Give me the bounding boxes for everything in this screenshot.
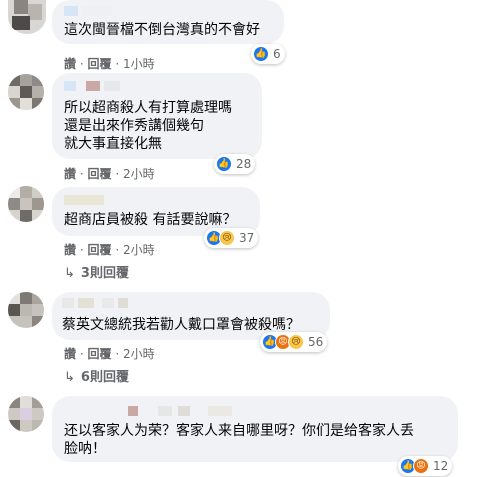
like-button[interactable]: 讚 [64,347,76,361]
reaction-summary[interactable]: 👍 6 [251,44,285,64]
reaction-count: 28 [236,157,252,171]
comment-actions: 讚 · 回覆 · 1小時 [64,57,155,71]
reaction-count: 37 [239,231,255,245]
comment-actions: 讚 · 回覆 · 2小時 [64,347,155,361]
avatar[interactable] [8,396,44,432]
reply-arrow-icon: ↳ [64,370,75,385]
comment-bubble: 所以超商殺人有打算處理嗎 還是出來作秀講個幾句 就大事直接化無 [52,73,262,159]
view-replies-link[interactable]: ↳ 3則回覆 [64,262,129,281]
like-button[interactable]: 讚 [64,57,76,71]
comment-text: 蔡英文總統我若勸人戴口罩會被殺嗎？ [62,317,300,333]
timestamp[interactable]: 2小時 [123,167,155,181]
reply-button[interactable]: 回覆 [88,57,112,71]
comment-bubble: 這次閩晉檔不倒台灣真的不會好 [52,0,284,44]
view-replies-link[interactable]: ↳ 6則回覆 [64,366,129,385]
reply-arrow-icon: ↳ [64,266,75,281]
like-button[interactable]: 讚 [64,167,76,181]
reaction-summary[interactable]: 👍 28 [214,154,256,174]
like-button[interactable]: 讚 [64,243,76,257]
comment-text: 还以客家人为荣？客家人来自哪里呀？你们是给客家人丢 脸呐！ [64,423,414,457]
reply-button[interactable]: 回覆 [88,347,112,361]
avatar[interactable] [8,74,44,110]
reaction-summary[interactable]: 👍 😡 😢 56 [260,332,328,352]
comment-bubble: 还以客家人为荣？客家人来自哪里呀？你们是给客家人丢 脸呐！ [52,396,458,462]
avatar[interactable] [8,0,46,34]
avatar[interactable] [8,186,44,222]
reaction-summary[interactable]: 👍 😡 12 [398,456,453,476]
timestamp[interactable]: 2小時 [123,243,155,257]
timestamp[interactable]: 2小時 [123,347,155,361]
angry-icon: 😡 [413,458,429,474]
sad-icon: 😢 [219,230,235,246]
like-icon: 👍 [216,156,232,172]
reaction-count: 12 [433,459,449,473]
reply-button[interactable]: 回覆 [88,243,112,257]
reaction-summary[interactable]: 👍 😢 37 [204,228,259,248]
author-name[interactable] [118,406,248,416]
comment-text: 所以超商殺人有打算處理嗎 還是出來作秀講個幾句 就大事直接化無 [64,100,232,152]
like-icon: 👍 [253,46,269,62]
avatar[interactable] [8,292,44,328]
comment-actions: 讚 · 回覆 · 2小時 [64,167,155,181]
reply-button[interactable]: 回覆 [88,167,112,181]
comment-text: 這次閩晉檔不倒台灣真的不會好 [64,22,260,38]
sad-icon: 😢 [288,334,304,350]
comment-actions: 讚 · 回覆 · 2小時 [64,243,155,257]
timestamp[interactable]: 1小時 [123,57,155,71]
reaction-count: 56 [308,335,324,349]
comment-text: 超商店員被殺 有話要說嘛？ [64,212,237,228]
author-name[interactable] [64,195,124,205]
author-name[interactable] [64,81,124,91]
author-name[interactable] [62,298,132,308]
reaction-count: 6 [273,47,281,61]
author-name[interactable] [64,6,124,16]
